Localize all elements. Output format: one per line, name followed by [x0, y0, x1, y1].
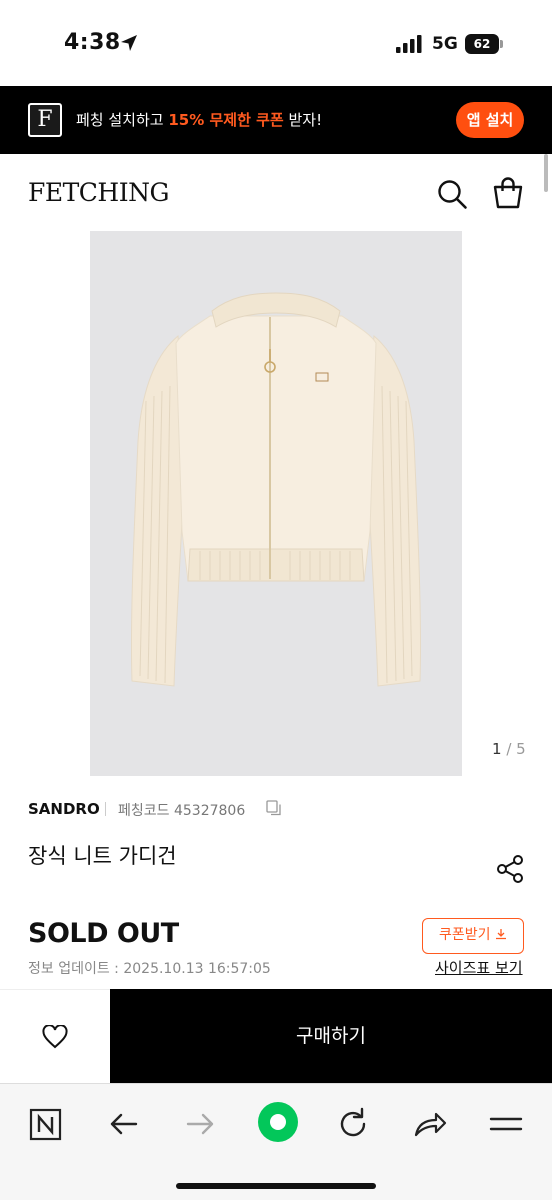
app-install-banner[interactable]: F 페칭 설치하고 15% 무제한 쿠폰 받자! 앱 설치 [0, 86, 552, 154]
image-counter: 1 / 5 [492, 740, 526, 758]
battery-icon: 62 [465, 34, 503, 54]
green-dot-icon[interactable] [256, 1100, 300, 1144]
scrollbar[interactable] [544, 154, 548, 192]
update-timestamp: 정보 업데이트 : 2025.10.13 16:57:05 [28, 961, 271, 977]
naver-icon[interactable] [26, 1104, 66, 1144]
divider [105, 802, 106, 816]
status-time: 4:38 [64, 30, 121, 55]
back-arrow-icon[interactable] [104, 1104, 144, 1144]
forward-arrow-icon[interactable] [180, 1104, 220, 1144]
wishlist-button[interactable] [0, 989, 110, 1083]
product-name: 장식 니트 가디건 [28, 844, 177, 868]
battery-level: 62 [465, 34, 499, 54]
shopping-bag-icon[interactable] [492, 176, 524, 210]
size-chart-link[interactable]: 사이즈표 보기 [435, 957, 523, 978]
copy-icon[interactable] [265, 799, 283, 817]
brand-name[interactable]: SANDRO [28, 800, 100, 818]
coupon-label: 쿠폰받기 [439, 927, 491, 943]
download-icon [495, 929, 506, 940]
app-logo-icon: F [28, 103, 62, 137]
status-bar: 4:38 5G 62 [0, 0, 552, 86]
refresh-icon[interactable] [333, 1104, 373, 1144]
share-icon[interactable] [496, 854, 526, 884]
install-app-button[interactable]: 앱 설치 [456, 102, 524, 138]
product-code: 페칭코드 45327806 [118, 803, 246, 819]
signal-icon [396, 35, 422, 53]
menu-icon[interactable] [486, 1104, 526, 1144]
coupon-button[interactable]: 쿠폰받기 [422, 918, 524, 954]
network-label: 5G [432, 34, 458, 54]
cardigan-illustration [130, 292, 422, 687]
search-icon[interactable] [436, 178, 468, 210]
heart-icon [42, 1025, 68, 1049]
home-indicator[interactable] [176, 1183, 376, 1189]
product-image[interactable] [90, 231, 462, 776]
site-header: FETCHING [0, 154, 552, 230]
banner-highlight: 15% 무제한 쿠폰 [168, 111, 284, 129]
site-logo[interactable]: FETCHING [28, 178, 169, 207]
location-arrow-icon [121, 35, 137, 51]
buy-button[interactable]: 구매하기 [110, 989, 552, 1083]
share-arrow-icon[interactable] [410, 1104, 450, 1144]
banner-text: 페칭 설치하고 15% 무제한 쿠폰 받자! [76, 111, 323, 129]
sold-out-label: SOLD OUT [28, 918, 179, 949]
